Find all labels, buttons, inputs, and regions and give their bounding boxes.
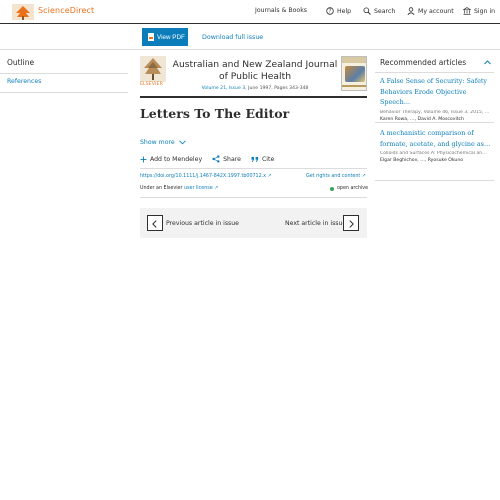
share-button[interactable]: Share [212, 155, 241, 163]
my-account-label: My account [418, 7, 454, 15]
top-header: ScienceDirect Journals & Books ? Help Se… [0, 0, 500, 24]
add-to-mendeley-label: Add to Mendeley [150, 155, 203, 163]
outline-item-references[interactable]: References [7, 78, 41, 85]
elsevier-wordmark: ELSEVIER [140, 82, 164, 87]
header-divider [140, 96, 367, 98]
show-more-button[interactable]: Show more [140, 139, 186, 146]
user-license-link[interactable]: user license ↗ [184, 186, 218, 191]
help-link[interactable]: ? Help [326, 7, 351, 15]
add-to-mendeley-button[interactable]: Add to Mendeley [140, 155, 202, 163]
svg-text:?: ? [329, 9, 332, 15]
divider [375, 72, 494, 73]
divider [375, 180, 494, 181]
pdf-file-icon [148, 33, 154, 41]
chevron-up-icon[interactable] [483, 58, 492, 67]
previous-article-button[interactable] [147, 215, 163, 231]
view-pdf-button[interactable]: View PDF [142, 28, 188, 46]
cite-label: Cite [261, 155, 275, 163]
chevron-down-icon [178, 140, 186, 145]
issue-navigation: Previous article in issue Next article i… [140, 208, 367, 238]
search-label: Search [374, 7, 396, 15]
plus-icon [140, 156, 147, 162]
divider [0, 73, 128, 74]
open-archive-label: open archive [337, 186, 369, 191]
article-toolbar: View PDF Download full issue [0, 25, 500, 50]
elsevier-tree-logo-icon[interactable] [12, 4, 34, 20]
outline-heading: Outline [7, 58, 35, 67]
quote-icon [251, 156, 259, 162]
open-access-dot-icon [330, 186, 334, 191]
recommended-heading: Recommended articles [380, 58, 467, 67]
journals-books-link[interactable]: Journals & Books [255, 7, 307, 14]
share-label: Share [223, 155, 241, 163]
issue-link[interactable]: Volume 21, Issue 3, [202, 86, 247, 91]
journal-cover-image[interactable] [341, 56, 367, 91]
cover-stripe [342, 85, 366, 87]
chevron-left-icon [152, 220, 157, 228]
recommended-article-title[interactable]: A mechanistic comparison of formate, ace… [380, 128, 492, 149]
recommended-article: A False Sense of Security: Safety Behavi… [380, 76, 492, 122]
doi-link[interactable]: https://doi.org/10.1111/j.1467-842X.1997… [140, 174, 272, 179]
divider [140, 197, 367, 198]
download-full-issue-link[interactable]: Download full issue [202, 34, 263, 41]
next-article-button[interactable] [343, 215, 359, 231]
article-actions: Add to Mendeley Share Cite [140, 155, 274, 163]
article-title: Letters To The Editor [140, 106, 290, 121]
search-link[interactable]: Search [363, 7, 395, 15]
recommended-article-authors: Elgar Beghichov, …, Ryosuke Okuno [380, 158, 464, 163]
cover-band [342, 57, 366, 63]
view-pdf-label: View PDF [157, 33, 185, 41]
recommended-article-source: Behavior Therapy, Volume 46, Issue 3, 20… [380, 109, 490, 115]
previous-article-label[interactable]: Previous article in issue [166, 220, 239, 227]
divider [140, 168, 367, 169]
recommended-article: A mechanistic comparison of formate, ace… [380, 128, 492, 163]
recommended-article-authors: Karen Rowa, …, David A. Moscovitch [380, 116, 464, 122]
share-icon [212, 155, 220, 163]
my-account-link[interactable]: My account [407, 7, 454, 15]
sign-in-label: Sign in [474, 7, 496, 15]
person-icon [407, 7, 415, 15]
sign-in-link[interactable]: Sign in [463, 7, 495, 15]
show-more-label: Show more [140, 139, 175, 146]
recommended-article-title[interactable]: A False Sense of Security: Safety Behavi… [380, 76, 492, 108]
help-icon: ? [326, 7, 334, 15]
issue-pages: June 1997, Pages 343-348 [246, 86, 309, 91]
help-label: Help [337, 7, 352, 15]
chevron-right-icon [349, 220, 354, 228]
cite-button[interactable]: Cite [251, 155, 274, 163]
next-article-label[interactable]: Next article in issue [285, 220, 346, 227]
journal-issue-info: Volume 21, Issue 3, June 1997, Pages 343… [170, 86, 340, 91]
recommended-article-source: Colloids and Surfaces A: Physicochemical… [380, 151, 487, 156]
journal-title-link[interactable]: Australian and New Zealand Journal of Pu… [170, 59, 340, 83]
divider [0, 92, 128, 93]
license-prefix: Under an Elsevier [140, 186, 184, 191]
get-rights-link[interactable]: Get rights and content ↗ [306, 174, 366, 179]
open-archive-badge: open archive [330, 186, 368, 191]
institution-icon [463, 7, 471, 15]
license-info: Under an Elsevier user license ↗ [140, 186, 218, 191]
divider [375, 122, 494, 123]
journals-books-label: Journals & Books [255, 7, 308, 14]
search-icon [363, 7, 371, 15]
cover-artwork [345, 66, 365, 82]
brand-name[interactable]: ScienceDirect [38, 6, 94, 15]
